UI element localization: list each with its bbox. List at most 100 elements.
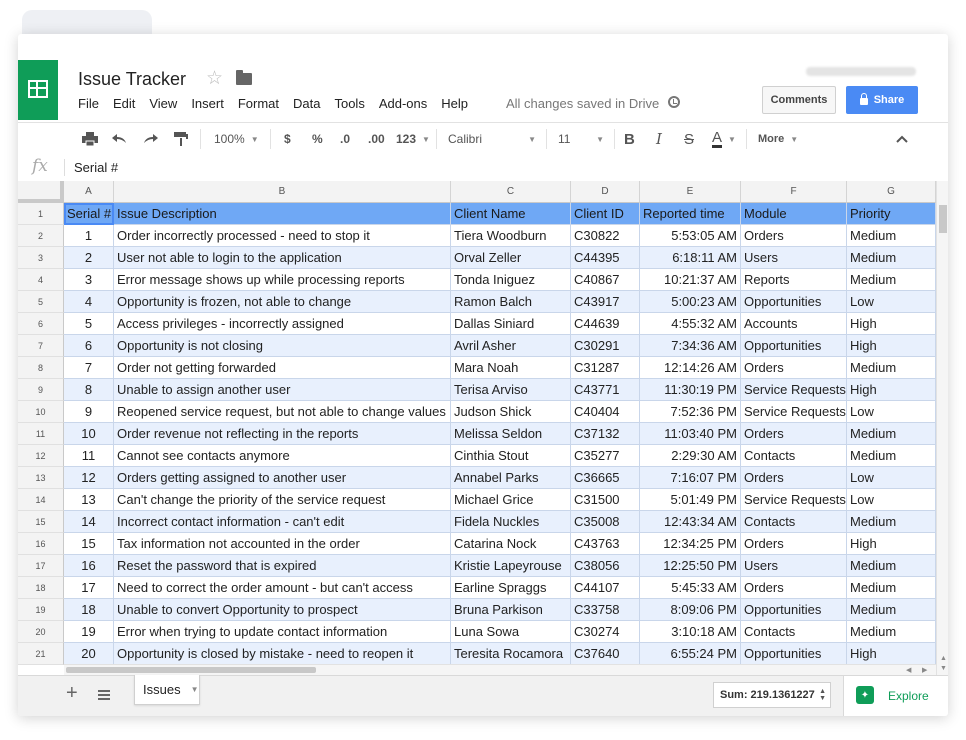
table-cell[interactable]: Contacts xyxy=(741,621,847,643)
scroll-right-arrow-icon[interactable]: ▶ xyxy=(922,666,927,674)
table-cell[interactable]: C44107 xyxy=(571,577,640,599)
italic-button[interactable]: I xyxy=(656,123,662,155)
table-cell[interactable]: 18 xyxy=(64,599,114,621)
table-cell[interactable]: 16 xyxy=(64,555,114,577)
table-cell[interactable]: C30291 xyxy=(571,335,640,357)
header-cell[interactable]: Module xyxy=(741,203,847,225)
table-cell[interactable]: C33758 xyxy=(571,599,640,621)
table-cell[interactable]: Medium xyxy=(847,247,936,269)
percent-format-button[interactable]: % xyxy=(312,123,323,155)
star-icon[interactable]: ☆ xyxy=(206,67,223,90)
decrease-decimal-button[interactable]: .0 xyxy=(340,123,350,155)
table-cell[interactable]: Medium xyxy=(847,225,936,247)
table-cell[interactable]: C43917 xyxy=(571,291,640,313)
table-cell[interactable]: 7 xyxy=(64,357,114,379)
table-cell[interactable]: Order incorrectly processed - need to st… xyxy=(114,225,451,247)
explore-button[interactable]: ✦ Explore xyxy=(843,676,948,716)
table-cell[interactable]: Low xyxy=(847,291,936,313)
sheets-logo[interactable] xyxy=(18,60,58,120)
table-cell[interactable]: Medium xyxy=(847,621,936,643)
table-cell[interactable]: Opportunities xyxy=(741,599,847,621)
table-cell[interactable]: User not able to login to the applicatio… xyxy=(114,247,451,269)
table-cell[interactable]: Catarina Nock xyxy=(451,533,571,555)
table-cell[interactable]: 7:16:07 PM xyxy=(640,467,741,489)
table-cell[interactable]: 14 xyxy=(64,511,114,533)
row-header[interactable]: 18 xyxy=(18,577,64,599)
table-cell[interactable]: High xyxy=(847,533,936,555)
header-cell[interactable]: Client ID xyxy=(571,203,640,225)
table-cell[interactable]: Low xyxy=(847,401,936,423)
table-cell[interactable]: Medium xyxy=(847,423,936,445)
zoom-select[interactable]: 100% ▼ xyxy=(214,123,259,155)
table-cell[interactable]: Accounts xyxy=(741,313,847,335)
row-header[interactable]: 7 xyxy=(18,335,64,357)
table-cell[interactable]: Avril Asher xyxy=(451,335,571,357)
table-cell[interactable]: Low xyxy=(847,489,936,511)
table-cell[interactable]: Ramon Balch xyxy=(451,291,571,313)
table-cell[interactable]: 4 xyxy=(64,291,114,313)
table-cell[interactable]: Service Requests xyxy=(741,379,847,401)
paint-format-icon[interactable] xyxy=(174,123,188,155)
table-cell[interactable]: 2 xyxy=(64,247,114,269)
share-button[interactable]: Share xyxy=(846,86,918,114)
table-cell[interactable]: Service Requests xyxy=(741,401,847,423)
table-cell[interactable]: 6 xyxy=(64,335,114,357)
table-cell[interactable]: 17 xyxy=(64,577,114,599)
table-cell[interactable]: 9 xyxy=(64,401,114,423)
comments-button[interactable]: Comments xyxy=(762,86,836,114)
table-cell[interactable]: C44395 xyxy=(571,247,640,269)
table-cell[interactable]: C35277 xyxy=(571,445,640,467)
table-cell[interactable]: 5:45:33 AM xyxy=(640,577,741,599)
table-cell[interactable]: C36665 xyxy=(571,467,640,489)
menu-edit[interactable]: Edit xyxy=(113,96,135,111)
table-cell[interactable]: 11 xyxy=(64,445,114,467)
table-cell[interactable]: 12 xyxy=(64,467,114,489)
font-select[interactable]: Calibri ▼ xyxy=(448,123,536,155)
table-cell[interactable]: 15 xyxy=(64,533,114,555)
table-cell[interactable]: Reopened service request, but not able t… xyxy=(114,401,451,423)
table-cell[interactable]: C31287 xyxy=(571,357,640,379)
table-cell[interactable]: Orders xyxy=(741,423,847,445)
table-cell[interactable]: Medium xyxy=(847,577,936,599)
table-cell[interactable]: Orders getting assigned to another user xyxy=(114,467,451,489)
table-cell[interactable]: 8 xyxy=(64,379,114,401)
table-cell[interactable]: Bruna Parkison xyxy=(451,599,571,621)
currency-format-button[interactable]: $ xyxy=(284,123,291,155)
row-header[interactable]: 14 xyxy=(18,489,64,511)
table-cell[interactable]: 19 xyxy=(64,621,114,643)
table-cell[interactable]: 5:00:23 AM xyxy=(640,291,741,313)
table-cell[interactable]: Low xyxy=(847,467,936,489)
version-history-icon[interactable] xyxy=(668,96,680,108)
row-header[interactable]: 11 xyxy=(18,423,64,445)
column-header-c[interactable]: C xyxy=(451,181,571,203)
table-cell[interactable]: Fidela Nuckles xyxy=(451,511,571,533)
table-cell[interactable]: 6:55:24 PM xyxy=(640,643,741,665)
table-cell[interactable]: Order not getting forwarded xyxy=(114,357,451,379)
table-cell[interactable]: 20 xyxy=(64,643,114,665)
column-header-f[interactable]: F xyxy=(741,181,847,203)
table-cell[interactable]: 12:14:26 AM xyxy=(640,357,741,379)
table-cell[interactable]: 12:43:34 AM xyxy=(640,511,741,533)
table-cell[interactable]: Michael Grice xyxy=(451,489,571,511)
row-header[interactable]: 13 xyxy=(18,467,64,489)
column-header-a[interactable]: A xyxy=(64,181,114,203)
header-cell[interactable]: Priority xyxy=(847,203,936,225)
table-cell[interactable]: C44639 xyxy=(571,313,640,335)
table-cell[interactable]: 6:18:11 AM xyxy=(640,247,741,269)
document-title[interactable]: Issue Tracker xyxy=(78,69,186,90)
table-cell[interactable]: Opportunity is not closing xyxy=(114,335,451,357)
menu-file[interactable]: File xyxy=(78,96,99,111)
table-cell[interactable]: Order revenue not reflecting in the repo… xyxy=(114,423,451,445)
table-cell[interactable]: Tiera Woodburn xyxy=(451,225,571,247)
table-cell[interactable]: Opportunities xyxy=(741,335,847,357)
table-cell[interactable]: C40867 xyxy=(571,269,640,291)
table-cell[interactable]: Reset the password that is expired xyxy=(114,555,451,577)
row-header[interactable]: 10 xyxy=(18,401,64,423)
column-header-b[interactable]: B xyxy=(114,181,451,203)
table-cell[interactable]: Opportunity is closed by mistake - need … xyxy=(114,643,451,665)
row-header[interactable]: 20 xyxy=(18,621,64,643)
table-cell[interactable]: 10:21:37 AM xyxy=(640,269,741,291)
table-cell[interactable]: Orders xyxy=(741,467,847,489)
row-header[interactable]: 3 xyxy=(18,247,64,269)
table-cell[interactable]: Teresita Rocamora xyxy=(451,643,571,665)
